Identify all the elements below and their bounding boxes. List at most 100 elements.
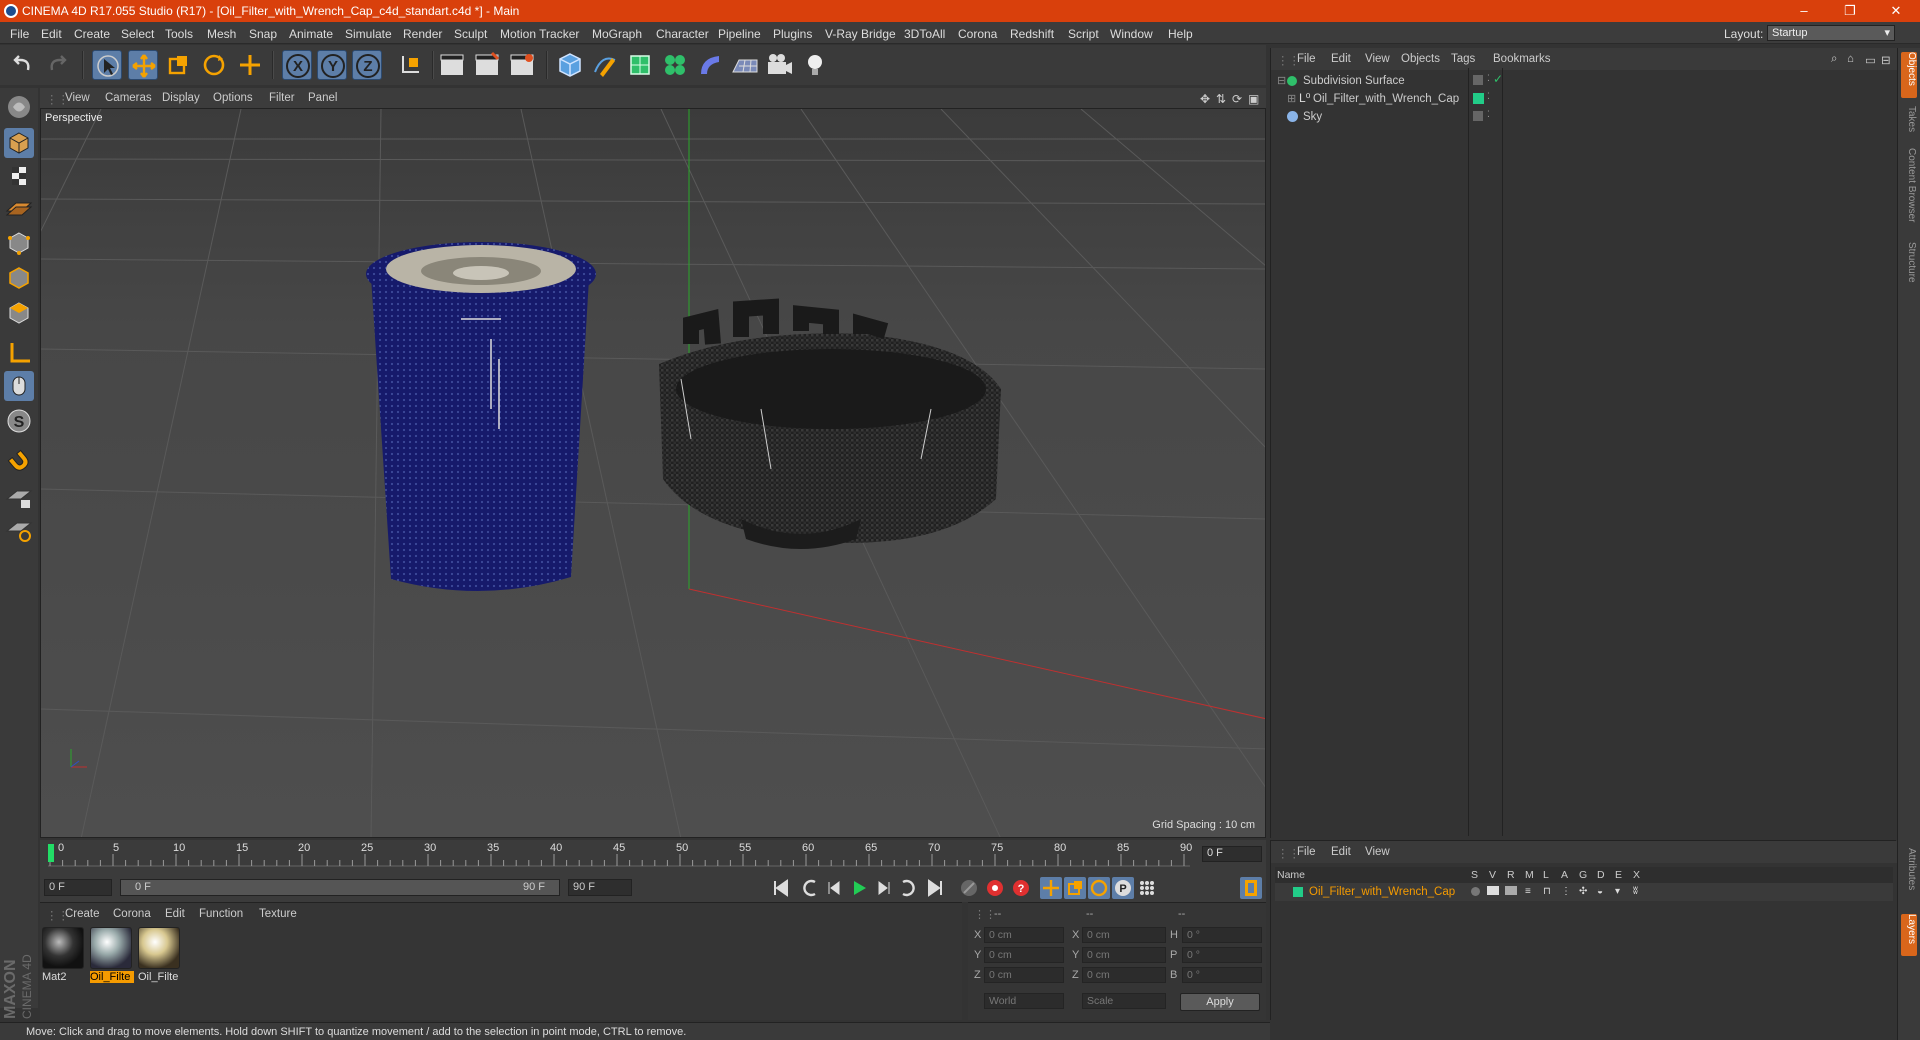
redo-button[interactable] bbox=[42, 50, 72, 80]
tweak-mode-button[interactable] bbox=[4, 371, 34, 401]
tab-takes[interactable]: Takes bbox=[1901, 106, 1917, 140]
menu-vray-bridge[interactable]: V-Ray Bridge bbox=[825, 27, 896, 41]
wrench-cap-model[interactable] bbox=[659, 298, 1001, 549]
planar-workplane-button[interactable] bbox=[4, 515, 34, 545]
tab-structure[interactable]: Structure bbox=[1901, 242, 1917, 292]
material-swatch[interactable]: Oil_Filte bbox=[138, 927, 182, 987]
layer-color-icon[interactable] bbox=[1473, 93, 1484, 104]
polygons-mode-button[interactable] bbox=[4, 298, 34, 328]
expand-icon[interactable]: ⊟ bbox=[1881, 53, 1891, 67]
y-axis-button[interactable]: Y bbox=[317, 50, 347, 80]
key-position-button[interactable] bbox=[1040, 877, 1062, 899]
next-key-button[interactable] bbox=[896, 877, 918, 899]
material-menu-edit[interactable]: Edit bbox=[165, 908, 185, 920]
workplane-mode-button[interactable] bbox=[4, 193, 34, 223]
axis-mode-button[interactable] bbox=[4, 338, 34, 368]
material-menu-create[interactable]: Create bbox=[65, 908, 100, 920]
subdivision-surface-button[interactable] bbox=[625, 50, 655, 80]
menu-plugins[interactable]: Plugins bbox=[773, 27, 812, 41]
rotation-p-field[interactable]: 0 ° bbox=[1182, 947, 1262, 963]
position-x-field[interactable]: 0 cm bbox=[984, 927, 1064, 943]
viewport-menu-cameras[interactable]: Cameras bbox=[105, 92, 152, 104]
timeline-layout-button[interactable] bbox=[1240, 877, 1262, 899]
record-keys-button[interactable] bbox=[984, 877, 1006, 899]
solo-dot-icon[interactable] bbox=[1471, 887, 1480, 896]
menu-character[interactable]: Character bbox=[656, 27, 709, 41]
size-x-field[interactable]: 0 cm bbox=[1082, 927, 1166, 943]
col-name[interactable]: Name bbox=[1277, 869, 1305, 881]
minimize-button[interactable]: – bbox=[1784, 2, 1824, 20]
lock-icon[interactable]: ⊓ bbox=[1543, 886, 1551, 897]
layout-select[interactable]: Startup ▾ bbox=[1767, 25, 1895, 41]
menu-window[interactable]: Window bbox=[1110, 27, 1153, 41]
goto-start-button[interactable] bbox=[770, 877, 792, 899]
restore-button[interactable]: ❐ bbox=[1830, 2, 1870, 20]
menu-simulate[interactable]: Simulate bbox=[345, 27, 392, 41]
objmgr-menu-file[interactable]: File bbox=[1297, 53, 1316, 65]
light-button[interactable] bbox=[800, 50, 830, 80]
render-clapper-icon[interactable] bbox=[1505, 886, 1517, 895]
play-button[interactable] bbox=[848, 877, 870, 899]
next-frame-button[interactable] bbox=[872, 877, 894, 899]
texture-mode-button[interactable] bbox=[4, 161, 34, 191]
size-y-field[interactable]: 0 cm bbox=[1082, 947, 1166, 963]
menu-select[interactable]: Select bbox=[121, 27, 154, 41]
cube-object-button[interactable] bbox=[555, 50, 585, 80]
perspective-viewport[interactable]: Perspective Grid Spacing : 10 cm bbox=[40, 108, 1266, 838]
col-manager[interactable]: M bbox=[1525, 869, 1534, 881]
tree-expand-icon[interactable]: ⊟ bbox=[1277, 74, 1286, 87]
camera-button[interactable] bbox=[765, 50, 795, 80]
edges-mode-button[interactable] bbox=[4, 263, 34, 293]
col-expressions[interactable]: E bbox=[1615, 869, 1622, 881]
frame-range-slider[interactable]: 0 F 90 F bbox=[120, 879, 560, 896]
col-generators[interactable]: G bbox=[1579, 869, 1587, 881]
search-icon[interactable]: ⌕ bbox=[1831, 53, 1837, 66]
position-z-field[interactable]: 0 cm bbox=[984, 967, 1064, 983]
visibility-dots-icon[interactable]: ⁚ bbox=[1487, 73, 1490, 84]
coord-system-select[interactable]: World bbox=[984, 993, 1064, 1009]
close-button[interactable]: ✕ bbox=[1876, 2, 1916, 20]
tab-layers[interactable]: Layers bbox=[1901, 914, 1917, 956]
menu-help[interactable]: Help bbox=[1168, 27, 1193, 41]
cloner-button[interactable] bbox=[660, 50, 690, 80]
menu-mograph[interactable]: MoGraph bbox=[592, 27, 642, 41]
object-row-sky[interactable]: Sky ⁚ bbox=[1277, 108, 1887, 126]
menu-3dtoall[interactable]: 3DToAll bbox=[904, 27, 945, 41]
move-tool-button[interactable] bbox=[128, 50, 158, 80]
viewport-move-icon[interactable]: ✥ bbox=[1200, 92, 1210, 106]
objmgr-menu-objects[interactable]: Objects bbox=[1401, 53, 1440, 65]
tab-objects[interactable]: Objects bbox=[1901, 52, 1917, 98]
objmgr-menu-view[interactable]: View bbox=[1365, 53, 1390, 65]
playhead[interactable] bbox=[48, 844, 54, 862]
rotation-h-field[interactable]: 0 ° bbox=[1182, 927, 1262, 943]
objmgr-menu-edit[interactable]: Edit bbox=[1331, 53, 1351, 65]
viewport-menu-view[interactable]: View bbox=[65, 92, 90, 104]
viewport-zoom-icon[interactable]: ⇅ bbox=[1216, 92, 1226, 106]
menu-script[interactable]: Script bbox=[1068, 27, 1099, 41]
enabled-check-icon[interactable]: ✓ bbox=[1493, 72, 1503, 86]
material-menu-function[interactable]: Function bbox=[199, 908, 243, 920]
visibility-dots-icon[interactable]: ⁚ bbox=[1487, 109, 1490, 120]
expression-icon[interactable]: ▾ bbox=[1615, 886, 1620, 897]
layer-row[interactable]: Oil_Filter_with_Wrench_Cap ≡ ⊓ ⋮ ✣ ◒ ▾ ʬ bbox=[1275, 883, 1893, 901]
current-frame-field[interactable]: 0 F bbox=[1202, 846, 1262, 862]
z-axis-button[interactable]: Z bbox=[352, 50, 382, 80]
prev-frame-button[interactable] bbox=[824, 877, 846, 899]
snap-button[interactable] bbox=[4, 446, 34, 476]
home-icon[interactable]: ⌂ bbox=[1847, 53, 1854, 65]
collapse-icon[interactable]: ▭ bbox=[1865, 53, 1876, 67]
floor-button[interactable] bbox=[730, 50, 760, 80]
make-editable-button[interactable] bbox=[4, 92, 34, 122]
col-animation[interactable]: A bbox=[1561, 869, 1568, 881]
end-frame-field[interactable]: 90 F bbox=[568, 879, 632, 896]
model-mode-button[interactable] bbox=[4, 128, 34, 158]
apply-button[interactable]: Apply bbox=[1180, 993, 1260, 1011]
rotation-b-field[interactable]: 0 ° bbox=[1182, 967, 1262, 983]
viewport-rotate-icon[interactable]: ⟳ bbox=[1232, 92, 1242, 106]
deformer-button[interactable] bbox=[695, 50, 725, 80]
live-selection-button[interactable] bbox=[92, 50, 122, 80]
render-settings-button[interactable] bbox=[507, 50, 537, 80]
menu-tools[interactable]: Tools bbox=[165, 27, 193, 41]
object-row-subdivision[interactable]: ⊟ Subdivision Surface ⁚ ✓ bbox=[1277, 72, 1887, 90]
motion-record-button[interactable] bbox=[958, 877, 980, 899]
